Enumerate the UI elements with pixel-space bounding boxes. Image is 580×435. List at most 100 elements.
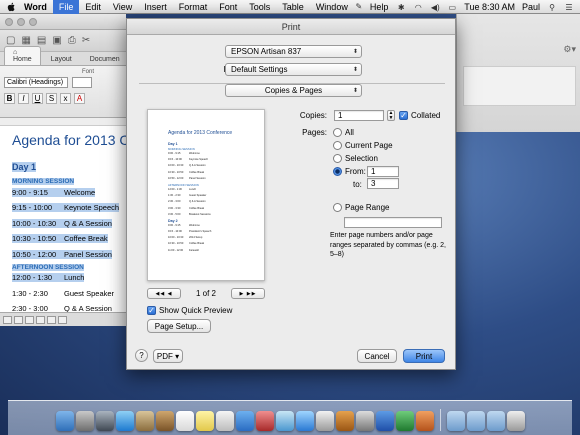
- page-range-field[interactable]: [344, 217, 442, 228]
- notebook-view-icon[interactable]: [47, 315, 56, 324]
- section-popup[interactable]: Copies & Pages ⬍: [225, 84, 362, 97]
- strikethrough-icon[interactable]: S: [46, 93, 57, 104]
- publishing-view-icon[interactable]: [25, 315, 34, 324]
- photo-booth-icon[interactable]: [255, 411, 274, 431]
- bluetooth-icon[interactable]: ✱: [396, 3, 406, 12]
- new-doc-icon[interactable]: ▢: [6, 35, 15, 46]
- itunes-icon[interactable]: [275, 411, 294, 431]
- styles-gallery[interactable]: [463, 66, 576, 106]
- page-range-hint: Enter page numbers and/or page ranges se…: [330, 232, 446, 258]
- iphoto-icon[interactable]: [315, 411, 334, 431]
- pages-all-radio[interactable]: [333, 128, 342, 137]
- cancel-button[interactable]: Cancel: [357, 349, 397, 363]
- preview-row: 9:00 - 9:15 Welcome: [168, 223, 200, 227]
- downloads-folder-icon[interactable]: [486, 411, 505, 431]
- minimize-window-button[interactable]: [17, 17, 25, 26]
- menu-edit[interactable]: Edit: [79, 0, 107, 14]
- print-button[interactable]: Print: [403, 349, 445, 363]
- pages-current-radio[interactable]: [333, 141, 342, 150]
- focus-view-icon[interactable]: [58, 315, 67, 324]
- safari-icon[interactable]: [115, 411, 134, 431]
- trash-icon[interactable]: [506, 411, 525, 431]
- system-preferences-icon[interactable]: [355, 411, 374, 431]
- help-button[interactable]: ?: [135, 349, 148, 362]
- menu-view[interactable]: View: [107, 0, 138, 14]
- menu-word[interactable]: Word: [18, 0, 53, 14]
- menu-font[interactable]: Font: [213, 0, 243, 14]
- pages-from-radio[interactable]: [333, 167, 342, 176]
- tab-home[interactable]: ⌂ Home: [4, 46, 41, 65]
- apple-menu-icon[interactable]: [4, 0, 18, 14]
- powerpoint-icon[interactable]: [415, 411, 434, 431]
- messages-icon[interactable]: [235, 411, 254, 431]
- launchpad-icon[interactable]: [75, 411, 94, 431]
- pdf-menu-button[interactable]: PDF ▾: [153, 349, 183, 363]
- next-page-button[interactable]: ▶ ▶▶: [230, 288, 265, 299]
- notifications-icon[interactable]: ☰: [564, 3, 574, 12]
- print-layout-view-icon[interactable]: [36, 315, 45, 324]
- menu-help[interactable]: Help: [364, 0, 395, 14]
- spotlight-icon[interactable]: ⚲: [547, 3, 557, 12]
- preview-day: Day 2: [168, 218, 178, 223]
- prev-page-button[interactable]: ◀◀ ◀: [147, 288, 181, 299]
- font-size-field[interactable]: [72, 77, 92, 88]
- save-icon[interactable]: ▣: [52, 35, 61, 46]
- menu-window[interactable]: Window: [310, 0, 354, 14]
- menu-insert[interactable]: Insert: [138, 0, 173, 14]
- menu-format[interactable]: Format: [173, 0, 214, 14]
- tab-layout[interactable]: Layout: [43, 54, 80, 65]
- finder-icon[interactable]: [55, 411, 74, 431]
- mail-icon[interactable]: [135, 411, 154, 431]
- reminders-icon[interactable]: [215, 411, 234, 431]
- page-range-radio[interactable]: [333, 203, 342, 212]
- user-menu[interactable]: Paul: [522, 2, 540, 12]
- contacts-icon[interactable]: [155, 411, 174, 431]
- draft-view-icon[interactable]: [3, 315, 12, 324]
- font-color-icon[interactable]: A: [74, 93, 85, 104]
- superscript-icon[interactable]: x: [60, 93, 71, 104]
- outline-view-icon[interactable]: [14, 315, 23, 324]
- word-icon[interactable]: [375, 411, 394, 431]
- print-icon[interactable]: ⎙: [68, 35, 76, 46]
- copies-field[interactable]: 1: [334, 110, 384, 121]
- copies-stepper[interactable]: ▲ ▼: [387, 110, 395, 121]
- cut-icon[interactable]: ✂: [82, 35, 90, 46]
- agenda-row: 12:00 - 1:30 Lunch: [12, 273, 85, 282]
- excel-icon[interactable]: [395, 411, 414, 431]
- notes-icon[interactable]: [195, 411, 214, 431]
- applications-folder-icon[interactable]: [446, 411, 465, 431]
- script-icon[interactable]: ✎: [354, 2, 364, 11]
- bold-icon[interactable]: B: [4, 93, 15, 104]
- calendar-icon[interactable]: [175, 411, 194, 431]
- clock[interactable]: Tue 8:30 AM: [464, 2, 515, 12]
- gear-icon[interactable]: ⚙▾: [563, 44, 576, 55]
- italic-icon[interactable]: I: [18, 93, 29, 104]
- battery-icon[interactable]: ▭: [447, 3, 457, 12]
- documents-folder-icon[interactable]: [466, 411, 485, 431]
- pages-selection-radio[interactable]: [333, 154, 342, 163]
- page-setup-button[interactable]: Page Setup...: [147, 319, 211, 333]
- app-store-icon[interactable]: [295, 411, 314, 431]
- from-page-field[interactable]: 1: [367, 166, 399, 177]
- agenda-row: 9:15 - 10:00 Keynote Speech: [12, 203, 120, 212]
- mission-control-icon[interactable]: [95, 411, 114, 431]
- volume-icon[interactable]: ◀): [430, 3, 440, 12]
- font-name-field[interactable]: Calibri (Headings): [4, 77, 68, 88]
- printer-popup[interactable]: EPSON Artisan 837 ⬍: [225, 45, 362, 58]
- tab-document[interactable]: Documen: [82, 54, 126, 65]
- document-body[interactable]: Agenda for 2013 C Day 1 MORNING SESSION …: [0, 126, 126, 315]
- open-icon[interactable]: ▤: [37, 35, 46, 46]
- wifi-icon[interactable]: ◠: [413, 3, 423, 12]
- show-quick-preview-checkbox[interactable]: ✓: [147, 306, 156, 315]
- templates-icon[interactable]: ▦: [21, 35, 30, 46]
- presets-popup[interactable]: Default Settings ⬍: [225, 63, 362, 76]
- menu-table[interactable]: Table: [276, 0, 310, 14]
- garageband-icon[interactable]: [335, 411, 354, 431]
- underline-icon[interactable]: U: [32, 93, 43, 104]
- menu-tools[interactable]: Tools: [243, 0, 276, 14]
- menu-file[interactable]: File: [52, 0, 80, 14]
- zoom-window-button[interactable]: [29, 17, 37, 26]
- to-page-field[interactable]: 3: [367, 178, 399, 189]
- collated-checkbox[interactable]: ✓: [399, 111, 408, 120]
- close-window-button[interactable]: [5, 17, 13, 26]
